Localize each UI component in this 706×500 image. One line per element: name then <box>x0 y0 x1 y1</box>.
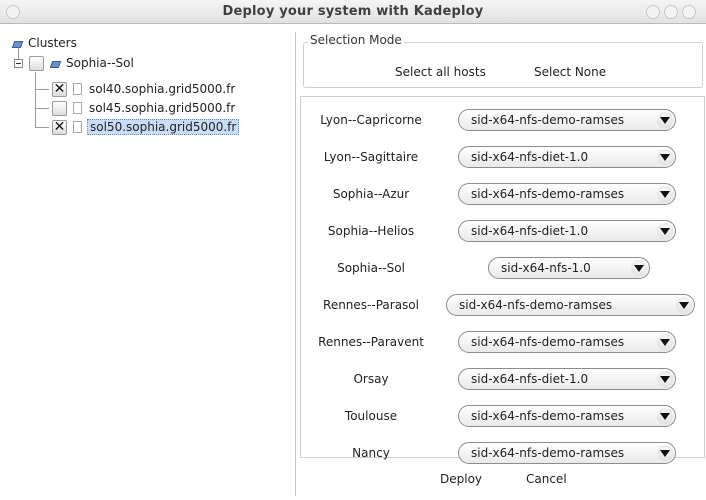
image-select-value: sid-x64-nfs-demo-ramses <box>459 298 613 312</box>
host-label: sol50.sophia.grid5000.fr <box>87 119 240 135</box>
chevron-down-icon <box>676 297 692 313</box>
selection-mode-label: Selection Mode <box>308 33 404 47</box>
cluster-name-label: Nancy <box>352 446 390 460</box>
cluster-name-label: Rennes--Parasol <box>323 298 419 312</box>
host-checkbox[interactable]: ✕ <box>52 119 67 135</box>
chevron-down-icon <box>657 408 673 424</box>
cluster-name-label: Sophia--Helios <box>327 224 415 238</box>
tree-root[interactable]: Clusters <box>12 34 77 52</box>
image-select-value: sid-x64-nfs-diet-1.0 <box>471 224 589 238</box>
document-icon <box>73 83 82 95</box>
title-bar: Deploy your system with Kadeploy <box>0 0 706 24</box>
cluster-node-label: Sophia--Sol <box>66 56 134 70</box>
chevron-down-icon <box>657 334 673 350</box>
image-select[interactable]: sid-x64-nfs-demo-ramses <box>446 294 695 316</box>
chevron-down-icon <box>631 260 647 276</box>
image-select-value: sid-x64-nfs-demo-ramses <box>471 446 625 460</box>
cluster-name-label: Lyon--Sagittaire <box>323 150 419 164</box>
image-select[interactable]: sid-x64-nfs-demo-ramses <box>458 109 676 131</box>
tree-host-item[interactable]: ✕ sol40.sophia.grid5000.fr <box>52 80 237 98</box>
tree-root-label: Clusters <box>28 36 77 50</box>
minimize-icon[interactable] <box>646 5 660 19</box>
cluster-name-label: Toulouse <box>344 409 398 423</box>
cluster-name-label: Orsay <box>353 372 389 386</box>
cluster-name-label: Lyon--Capricorne <box>320 113 422 127</box>
chevron-down-icon <box>657 149 673 165</box>
tree-connector <box>35 89 49 90</box>
host-checkbox[interactable]: ✕ <box>52 81 67 97</box>
select-all-hosts-button[interactable]: Select all hosts <box>395 65 486 79</box>
chevron-down-icon <box>657 371 673 387</box>
image-select-value: sid-x64-nfs-diet-1.0 <box>471 372 589 386</box>
image-select-value: sid-x64-nfs-1.0 <box>501 261 591 275</box>
cluster-checkbox[interactable] <box>29 55 44 71</box>
chevron-down-icon <box>657 186 673 202</box>
chevron-down-icon <box>657 445 673 461</box>
cancel-button[interactable]: Cancel <box>526 472 567 486</box>
tree-connector <box>35 108 49 109</box>
document-icon <box>73 102 82 114</box>
image-select-value: sid-x64-nfs-demo-ramses <box>471 409 625 423</box>
image-select[interactable]: sid-x64-nfs-diet-1.0 <box>458 368 676 390</box>
image-select[interactable]: sid-x64-nfs-demo-ramses <box>458 331 676 353</box>
host-checkbox[interactable] <box>52 100 67 116</box>
close-icon[interactable] <box>682 5 696 19</box>
maximize-icon[interactable] <box>664 5 678 19</box>
tree-connector <box>35 127 49 128</box>
image-select[interactable]: sid-x64-nfs-demo-ramses <box>458 405 676 427</box>
deploy-button[interactable]: Deploy <box>440 472 482 486</box>
chevron-down-icon <box>657 112 673 128</box>
collapse-icon[interactable] <box>14 58 23 68</box>
tree-cluster-node[interactable]: Sophia--Sol <box>14 54 134 72</box>
tree-host-item[interactable]: ✕ sol50.sophia.grid5000.fr <box>52 118 240 136</box>
image-select-value: sid-x64-nfs-demo-ramses <box>471 187 625 201</box>
image-select-value: sid-x64-nfs-demo-ramses <box>471 335 625 349</box>
host-tree: Clusters Sophia--Sol ✕ sol40.sophia.grid… <box>6 32 296 496</box>
chevron-down-icon <box>657 223 673 239</box>
network-icon <box>12 38 22 48</box>
host-label: sol40.sophia.grid5000.fr <box>89 82 236 96</box>
image-select-value: sid-x64-nfs-diet-1.0 <box>471 150 589 164</box>
image-select[interactable]: sid-x64-nfs-demo-ramses <box>458 442 676 464</box>
image-select[interactable]: sid-x64-nfs-diet-1.0 <box>458 146 676 168</box>
window-title: Deploy your system with Kadeploy <box>222 4 484 19</box>
network-icon <box>50 58 60 68</box>
selection-mode-group <box>303 42 703 88</box>
tree-connector <box>35 72 36 127</box>
image-select-value: sid-x64-nfs-demo-ramses <box>471 113 625 127</box>
image-select[interactable]: sid-x64-nfs-demo-ramses <box>458 183 676 205</box>
cluster-name-label: Rennes--Paravent <box>318 335 424 349</box>
image-select[interactable]: sid-x64-nfs-1.0 <box>488 257 650 279</box>
cluster-name-label: Sophia--Azur <box>332 187 410 201</box>
document-icon <box>73 121 82 133</box>
host-label: sol45.sophia.grid5000.fr <box>89 101 236 115</box>
cluster-name-label: Sophia--Sol <box>337 261 405 275</box>
image-select[interactable]: sid-x64-nfs-diet-1.0 <box>458 220 676 242</box>
select-none-button[interactable]: Select None <box>534 65 606 79</box>
tree-host-item[interactable]: sol45.sophia.grid5000.fr <box>52 99 237 117</box>
